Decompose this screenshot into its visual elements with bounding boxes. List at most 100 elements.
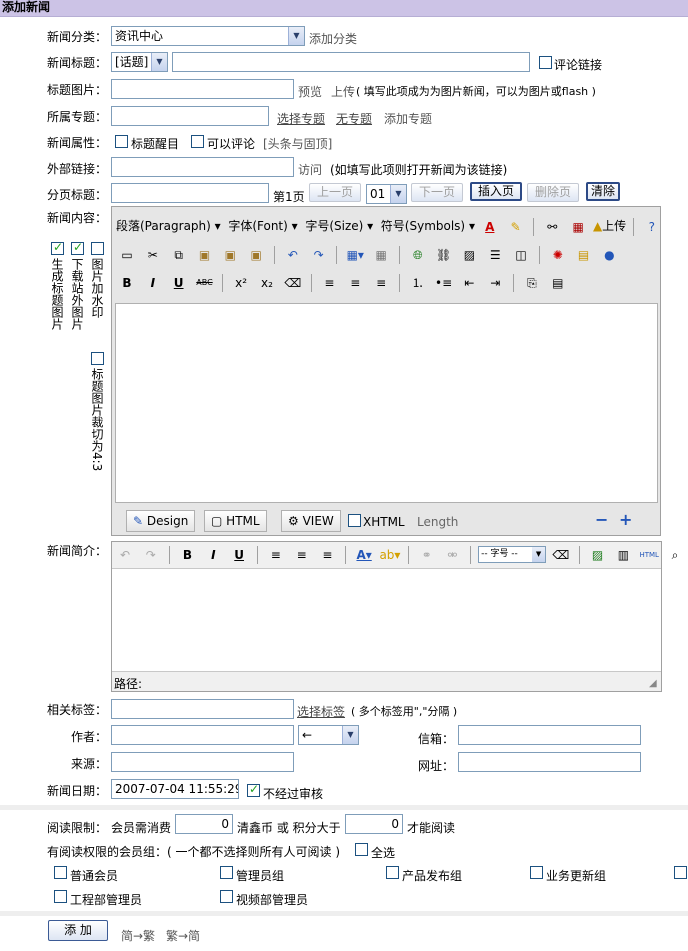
html-source-icon[interactable]: HTML — [638, 545, 660, 565]
page-break-icon[interactable]: ⎘ — [521, 273, 543, 293]
symbols-dropdown[interactable]: 符号(Symbols) ▾ — [381, 219, 475, 233]
font-dropdown[interactable]: 字体(Font) ▾ — [228, 219, 297, 233]
coins-input[interactable]: 0 — [175, 814, 233, 834]
group-checkbox[interactable] — [674, 866, 687, 879]
visit-link[interactable]: 访问 — [298, 161, 322, 178]
html-mode-button[interactable]: ▢ HTML — [204, 510, 267, 532]
group-checkbox[interactable] — [54, 866, 67, 879]
points-input[interactable]: 0 — [345, 814, 403, 834]
italic-icon[interactable]: I — [202, 545, 224, 565]
indent-icon[interactable]: ⇥ — [484, 273, 506, 293]
delete-page-button[interactable]: 删除页 — [527, 183, 579, 202]
italic-icon[interactable]: I — [142, 273, 164, 293]
unlink-icon[interactable]: ⚮ — [441, 545, 463, 565]
highlight-icon[interactable]: ab▾ — [379, 545, 401, 565]
group-checkbox[interactable] — [386, 866, 399, 879]
cut-icon[interactable]: ✂ — [142, 245, 164, 265]
strike-icon[interactable]: ABC — [193, 273, 215, 293]
group-checkbox[interactable] — [220, 866, 233, 879]
page-select[interactable]: 01 ▼ — [366, 184, 407, 204]
undo-icon[interactable]: ↶ — [282, 245, 304, 265]
title-input[interactable] — [172, 52, 530, 72]
align-right-icon[interactable]: ≡ — [316, 545, 338, 565]
comment-link-checkbox[interactable] — [539, 56, 552, 69]
preview-icon[interactable]: ⌕ — [664, 545, 686, 565]
bold-icon[interactable]: B — [116, 273, 138, 293]
redo-icon[interactable]: ↷ — [140, 545, 162, 565]
group-checkbox[interactable] — [530, 866, 543, 879]
eraser-icon[interactable]: ⌫ — [550, 545, 572, 565]
media-icon[interactable]: ▥ — [612, 545, 634, 565]
paste-word-icon[interactable]: ▣ — [245, 245, 267, 265]
help-icon[interactable]: ? — [641, 217, 663, 237]
upload-link[interactable]: 上传 — [331, 83, 355, 100]
add-button[interactable]: 添 加 — [48, 920, 108, 941]
bold-icon[interactable]: B — [176, 545, 198, 565]
unlink-icon[interactable]: ⛓ — [433, 245, 455, 265]
select-topic-link[interactable]: 选择专题 — [277, 110, 325, 127]
link-icon[interactable]: 🌐︎ — [407, 245, 429, 265]
summary-editor-area[interactable] — [112, 568, 661, 672]
page-title-input[interactable] — [111, 183, 269, 203]
add-category-link[interactable]: 添加分类 — [309, 30, 357, 47]
view-mode-button[interactable]: ⚙ VIEW — [281, 510, 341, 532]
eraser-icon[interactable]: ⌫ — [282, 273, 304, 293]
undo-icon[interactable]: ↶ — [114, 545, 136, 565]
expand-icon[interactable]: + — [619, 510, 632, 529]
group-checkbox[interactable] — [54, 890, 67, 903]
ordered-list-icon[interactable]: ⒈ — [407, 273, 429, 293]
email-input[interactable] — [458, 725, 641, 745]
flash-icon[interactable]: ✺ — [547, 245, 569, 265]
highlight-icon[interactable]: ✎ — [505, 217, 527, 237]
no-topic-link[interactable]: 无专题 — [336, 110, 372, 127]
subscript-icon[interactable]: x₂ — [256, 273, 278, 293]
watermark-checkbox[interactable] — [91, 242, 104, 255]
insert-page-button[interactable]: 插入页 — [470, 182, 522, 201]
media-icon[interactable]: ◫ — [510, 245, 532, 265]
outdent-icon[interactable]: ⇤ — [458, 273, 480, 293]
design-mode-button[interactable]: ✎ Design — [126, 510, 196, 532]
group-checkbox[interactable] — [220, 890, 233, 903]
next-page-button[interactable]: 下一页 — [411, 183, 463, 202]
headline-checkbox[interactable] — [115, 135, 128, 148]
template-icon[interactable]: ▤ — [547, 273, 569, 293]
no-review-checkbox[interactable] — [247, 782, 260, 797]
category-select[interactable]: 资讯中心 ▼ — [111, 26, 305, 46]
image-gallery-icon[interactable]: ▦ — [567, 217, 589, 237]
font-size-select[interactable]: -- 字号 -- ▼ — [478, 546, 547, 563]
paragraph-dropdown[interactable]: 段落(Paragraph) ▾ — [116, 219, 221, 233]
xhtml-checkbox[interactable] — [348, 514, 361, 527]
superscript-icon[interactable]: x² — [230, 273, 252, 293]
author-input[interactable] — [111, 725, 294, 745]
crop-checkbox[interactable] — [91, 352, 104, 365]
upload-button[interactable]: ▲上传 — [593, 219, 626, 233]
font-color-icon[interactable]: A — [479, 217, 501, 237]
clear-page-button[interactable]: 清除 — [586, 182, 620, 201]
add-topic-link[interactable]: 添加专题 — [384, 110, 432, 127]
gen-title-img-checkbox[interactable] — [51, 240, 64, 255]
title-image-input[interactable] — [111, 79, 294, 99]
select-all-checkbox[interactable] — [355, 843, 368, 856]
redo-icon[interactable]: ↷ — [308, 245, 330, 265]
align-center-icon[interactable]: ≡ — [291, 545, 313, 565]
tags-input[interactable] — [111, 699, 294, 719]
underline-icon[interactable]: U — [168, 273, 190, 293]
source-input[interactable] — [111, 752, 294, 772]
align-center-icon[interactable]: ≡ — [344, 273, 366, 293]
paste-icon[interactable]: ▣ — [193, 245, 215, 265]
paste-text-icon[interactable]: ▣ — [219, 245, 241, 265]
date-input[interactable]: 2007-07-04 11:55:29 — [111, 779, 239, 799]
hr-icon[interactable]: ☰ — [484, 245, 506, 265]
prev-page-button[interactable]: 上一页 — [309, 183, 361, 202]
topic-input[interactable] — [111, 106, 269, 126]
underline-icon[interactable]: U — [228, 545, 250, 565]
preview-link[interactable]: 预览 — [298, 83, 322, 100]
to-traditional-link[interactable]: 简→繁 — [121, 927, 155, 944]
table-props-icon[interactable]: ▦ — [370, 245, 392, 265]
size-dropdown[interactable]: 字号(Size) ▾ — [305, 219, 373, 233]
shrink-icon[interactable]: − — [595, 510, 608, 529]
author-select[interactable]: ← ▼ — [298, 725, 359, 745]
find-icon[interactable]: ⚯ — [541, 217, 563, 237]
link-icon[interactable]: ⚭ — [416, 545, 438, 565]
table-icon[interactable]: ▦▾ — [344, 245, 366, 265]
